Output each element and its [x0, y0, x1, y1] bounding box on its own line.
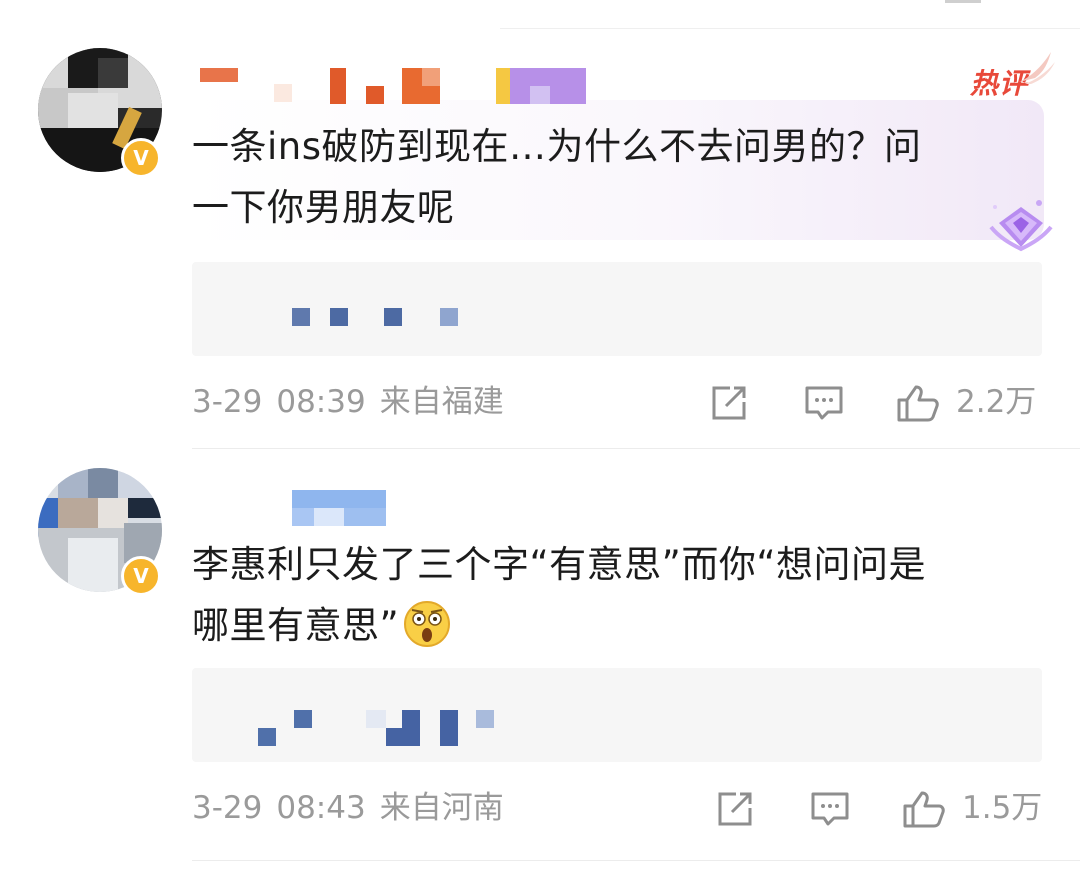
comment-location: 来自福建	[379, 384, 504, 420]
comment-icon[interactable]	[804, 384, 844, 422]
comment-meta: 3-29 08:39 来自福建 2.2万	[192, 380, 1044, 424]
comment-divider	[192, 448, 1080, 449]
reply-preview-redacted[interactable]	[192, 262, 1042, 356]
comment-text: 一条ins破防到现在…为什么不去问男的？问 一下你男朋友呢	[192, 116, 1044, 238]
comment-text: 李惠利只发了三个字“有意思”而你“想问问是 哪里有意思”	[192, 534, 1044, 656]
verified-badge-icon: V	[121, 556, 161, 596]
comment-time: 08:39	[276, 384, 366, 420]
comment-icon[interactable]	[810, 790, 850, 828]
comment-location: 来自河南	[379, 790, 504, 826]
username-redacted[interactable]	[200, 68, 590, 108]
share-icon[interactable]	[710, 384, 750, 422]
hot-wing-icon	[1019, 52, 1055, 84]
top-divider	[500, 28, 1080, 29]
comment-date: 3-29	[192, 790, 263, 826]
comment-meta-text: 3-29 08:43 来自河南	[192, 786, 518, 830]
share-icon[interactable]	[716, 790, 756, 828]
username-redacted[interactable]	[292, 490, 388, 530]
like-icon[interactable]	[896, 384, 940, 422]
comment-text-line: 李惠利只发了三个字“有意思”而你“想问问是	[192, 543, 927, 586]
comment-meta: 3-29 08:43 来自河南 1.5万	[192, 786, 1044, 830]
comment-text-line: 哪里有意思”	[192, 595, 1044, 656]
like-count: 2.2万	[956, 384, 1037, 420]
verified-badge-icon: V	[121, 138, 161, 178]
comment-divider	[192, 860, 1080, 861]
top-edge-marker	[945, 0, 981, 3]
comment-date: 3-29	[192, 384, 263, 420]
like-icon[interactable]	[902, 790, 946, 828]
comment-text-line: 一条ins破防到现在…为什么不去问男的？问	[192, 125, 922, 168]
diamond-badge-icon	[989, 200, 1053, 252]
comment-time: 08:43	[276, 790, 366, 826]
comment-text-line: 一下你男朋友呢	[192, 186, 455, 229]
comment-text-line-content: 哪里有意思”	[192, 604, 400, 647]
reply-preview-redacted[interactable]	[192, 668, 1042, 762]
comment-meta-text: 3-29 08:39 来自福建	[192, 380, 518, 424]
shocked-face-emoji	[404, 600, 451, 647]
comment-list: V 热评 一条ins破防到现在…为什么不去问男的？问 一下你男朋友呢 3-29 …	[0, 0, 1080, 879]
like-count: 1.5万	[962, 790, 1043, 826]
